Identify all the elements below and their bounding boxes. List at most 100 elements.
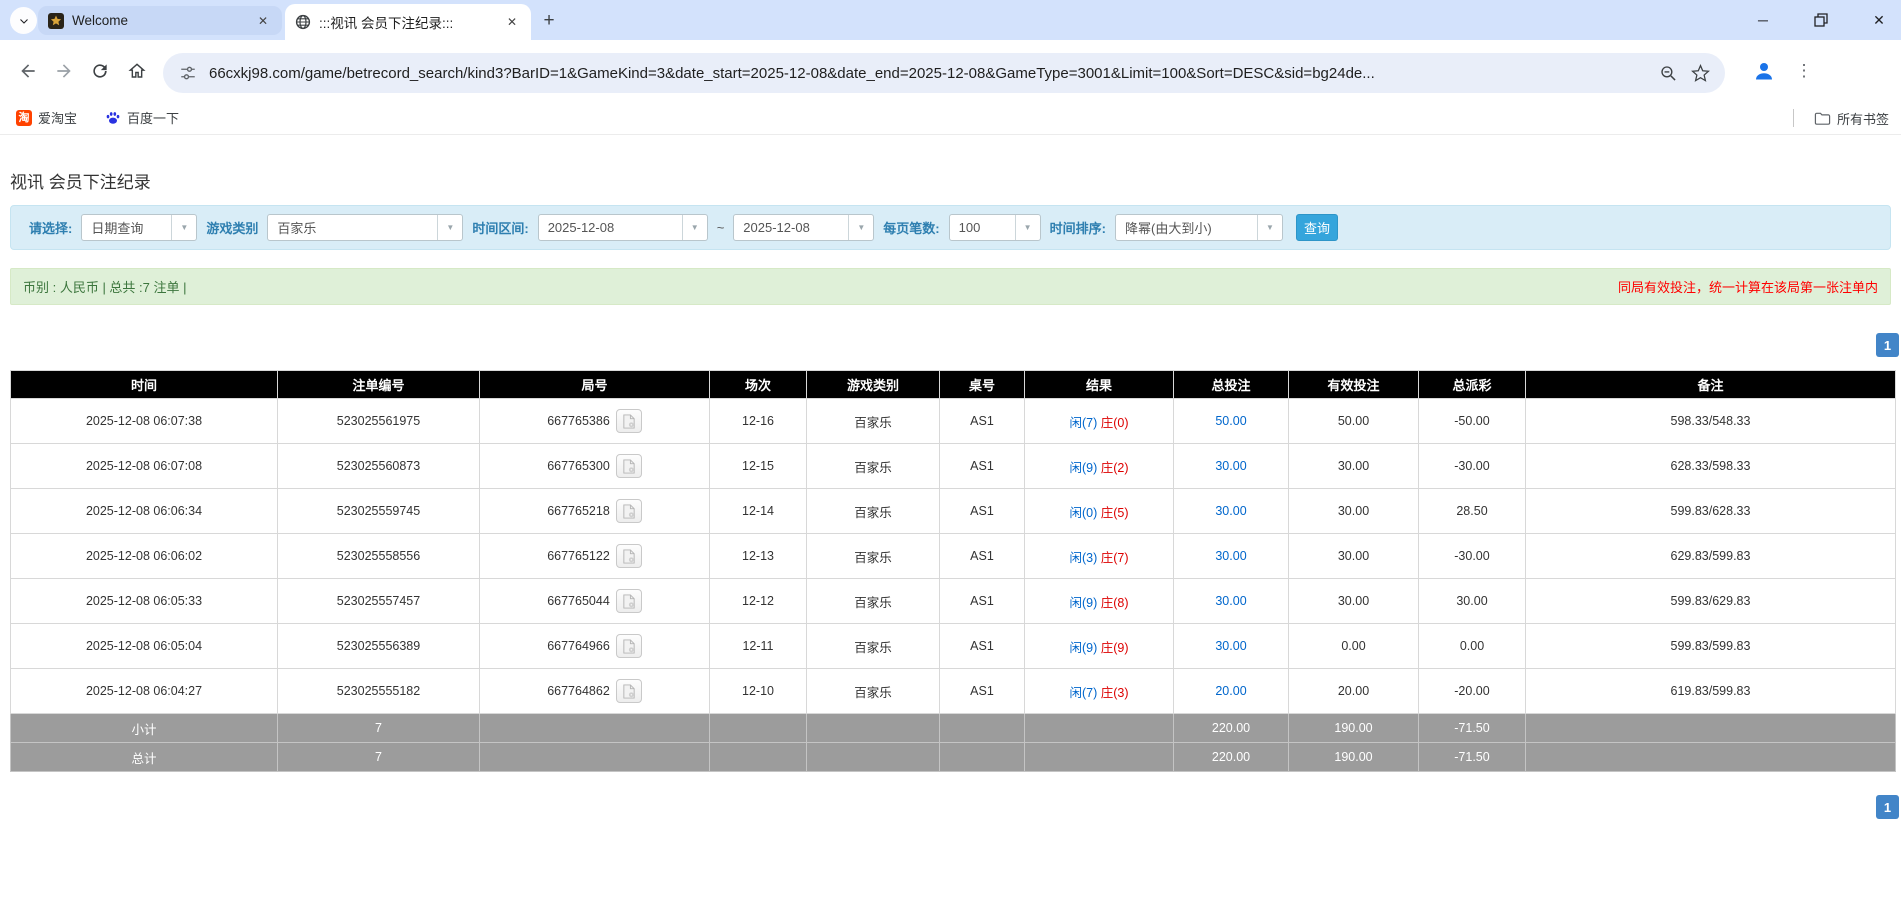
cell-time: 2025-12-08 06:07:38 bbox=[11, 399, 278, 444]
game-category-label: 游戏类别 bbox=[206, 218, 258, 237]
round-number-text: 667764862 bbox=[547, 684, 610, 698]
result-banker: 庄(7) bbox=[1101, 551, 1129, 565]
cell-session: 12-13 bbox=[710, 534, 807, 579]
total-row: 总计7220.00190.00-71.50 bbox=[11, 743, 1896, 772]
subtotal-row-cell: 190.00 bbox=[1289, 714, 1419, 743]
tab-search-button[interactable] bbox=[10, 7, 37, 34]
tab-welcome-title: Welcome bbox=[72, 13, 246, 28]
cell-total-bet: 30.00 bbox=[1174, 579, 1289, 624]
bookmark-star-icon[interactable] bbox=[1689, 62, 1711, 84]
select-type-label: 请选择: bbox=[29, 218, 72, 237]
result-player: 闲(9) bbox=[1069, 461, 1097, 475]
total-bet-link[interactable]: 30.00 bbox=[1215, 504, 1246, 518]
per-page-label: 每页笔数: bbox=[883, 218, 939, 237]
result-player: 闲(0) bbox=[1069, 506, 1097, 520]
total-row-cell bbox=[807, 743, 940, 772]
restore-window-button[interactable] bbox=[1807, 6, 1835, 34]
cell-remark: 628.33/598.33 bbox=[1526, 444, 1896, 489]
cell-time: 2025-12-08 06:06:34 bbox=[11, 489, 278, 534]
result-banker: 庄(3) bbox=[1101, 686, 1129, 700]
cell-valid-bet: 50.00 bbox=[1289, 399, 1419, 444]
round-video-record-icon[interactable] bbox=[616, 544, 642, 568]
profile-avatar-icon[interactable] bbox=[1750, 57, 1778, 85]
cell-table-number: AS1 bbox=[940, 399, 1025, 444]
cell-game-category: 百家乐 bbox=[807, 489, 940, 534]
cell-payout: 0.00 bbox=[1419, 624, 1526, 669]
cell-valid-bet: 30.00 bbox=[1289, 534, 1419, 579]
forward-icon[interactable] bbox=[52, 59, 76, 83]
game-category-select[interactable]: 百家乐 ▼ bbox=[267, 214, 463, 241]
url-bar[interactable]: 66cxkj98.com/game/betrecord_search/kind3… bbox=[163, 53, 1725, 93]
cell-time: 2025-12-08 06:06:02 bbox=[11, 534, 278, 579]
close-icon[interactable]: ✕ bbox=[254, 12, 272, 30]
home-icon[interactable] bbox=[125, 59, 149, 83]
table-row: 2025-12-08 06:07:08523025560873667765300… bbox=[11, 444, 1896, 489]
round-video-record-icon[interactable] bbox=[616, 634, 642, 658]
tab-betrecord[interactable]: :::视讯 会员下注纪录::: ✕ bbox=[285, 4, 531, 40]
search-button[interactable]: 查询 bbox=[1296, 214, 1338, 241]
browser-menu-icon[interactable]: ⋮ bbox=[1792, 57, 1816, 85]
round-number-text: 667765300 bbox=[547, 459, 610, 473]
subtotal-row-cell bbox=[940, 714, 1025, 743]
total-row-cell bbox=[940, 743, 1025, 772]
total-bet-link[interactable]: 50.00 bbox=[1215, 414, 1246, 428]
baidu-paw-icon bbox=[105, 110, 121, 126]
query-type-select[interactable]: 日期查询 ▼ bbox=[81, 214, 197, 241]
reload-icon[interactable] bbox=[88, 59, 112, 83]
new-tab-button[interactable]: + bbox=[538, 10, 560, 32]
result-player: 闲(7) bbox=[1069, 416, 1097, 430]
site-settings-tune-icon[interactable] bbox=[177, 62, 199, 84]
url-text[interactable]: 66cxkj98.com/game/betrecord_search/kind3… bbox=[209, 65, 1647, 82]
cell-result: 闲(7) 庄(0) bbox=[1025, 399, 1174, 444]
round-video-record-icon[interactable] bbox=[616, 409, 642, 433]
cell-remark: 599.83/599.83 bbox=[1526, 624, 1896, 669]
cell-result: 闲(0) 庄(5) bbox=[1025, 489, 1174, 534]
back-icon[interactable] bbox=[16, 59, 40, 83]
cell-bet-number: 523025557457 bbox=[278, 579, 480, 624]
chevron-down-icon: ▼ bbox=[848, 215, 873, 240]
cell-payout: -50.00 bbox=[1419, 399, 1526, 444]
tab-welcome[interactable]: Welcome ✕ bbox=[38, 6, 282, 35]
per-page-select[interactable]: 100 ▼ bbox=[949, 214, 1041, 241]
bookmark-taobao[interactable]: 淘 爱淘宝 bbox=[8, 104, 85, 131]
subtotal-row-cell: 小计 bbox=[11, 714, 278, 743]
round-video-record-icon[interactable] bbox=[616, 499, 642, 523]
total-bet-link[interactable]: 30.00 bbox=[1215, 639, 1246, 653]
sort-select[interactable]: 降幂(由大到小) ▼ bbox=[1115, 214, 1283, 241]
result-player: 闲(3) bbox=[1069, 551, 1097, 565]
cell-result: 闲(3) 庄(7) bbox=[1025, 534, 1174, 579]
date-range-label: 时间区间: bbox=[472, 218, 528, 237]
chevron-down-icon: ▼ bbox=[682, 215, 707, 240]
subtotal-row-cell: 7 bbox=[278, 714, 480, 743]
bookmark-baidu[interactable]: 百度一下 bbox=[97, 104, 187, 131]
minimize-button[interactable]: ─ bbox=[1749, 6, 1777, 34]
round-video-record-icon[interactable] bbox=[616, 589, 642, 613]
total-bet-link[interactable]: 30.00 bbox=[1215, 594, 1246, 608]
browser-tabstrip: Welcome ✕ :::视讯 会员下注纪录::: ✕ + ─ ✕ bbox=[0, 0, 1901, 40]
cell-payout: 28.50 bbox=[1419, 489, 1526, 534]
table-row: 2025-12-08 06:06:02523025558556667765122… bbox=[11, 534, 1896, 579]
close-icon[interactable]: ✕ bbox=[503, 13, 521, 31]
total-row-cell bbox=[480, 743, 710, 772]
subtotal-row-cell: 220.00 bbox=[1174, 714, 1289, 743]
total-bet-link[interactable]: 30.00 bbox=[1215, 549, 1246, 563]
cell-valid-bet: 0.00 bbox=[1289, 624, 1419, 669]
total-bet-link[interactable]: 20.00 bbox=[1215, 684, 1246, 698]
cell-round-number: 667764966 bbox=[480, 624, 710, 669]
pagination-page-1-bottom[interactable]: 1 bbox=[1876, 795, 1899, 819]
zoom-out-icon[interactable] bbox=[1657, 62, 1679, 84]
pagination-page-1-top[interactable]: 1 bbox=[1876, 333, 1899, 357]
cell-round-number: 667765044 bbox=[480, 579, 710, 624]
result-banker: 庄(9) bbox=[1101, 641, 1129, 655]
cell-bet-number: 523025556389 bbox=[278, 624, 480, 669]
close-window-button[interactable]: ✕ bbox=[1865, 6, 1893, 34]
round-video-record-icon[interactable] bbox=[616, 679, 642, 703]
date-start-select[interactable]: 2025-12-08 ▼ bbox=[538, 214, 708, 241]
cell-total-bet: 30.00 bbox=[1174, 444, 1289, 489]
all-bookmarks-button[interactable]: 所有书签 bbox=[1806, 105, 1897, 132]
total-row-cell: 总计 bbox=[11, 743, 278, 772]
total-bet-link[interactable]: 30.00 bbox=[1215, 459, 1246, 473]
round-video-record-icon[interactable] bbox=[616, 454, 642, 478]
cell-game-category: 百家乐 bbox=[807, 444, 940, 489]
date-end-select[interactable]: 2025-12-08 ▼ bbox=[733, 214, 874, 241]
